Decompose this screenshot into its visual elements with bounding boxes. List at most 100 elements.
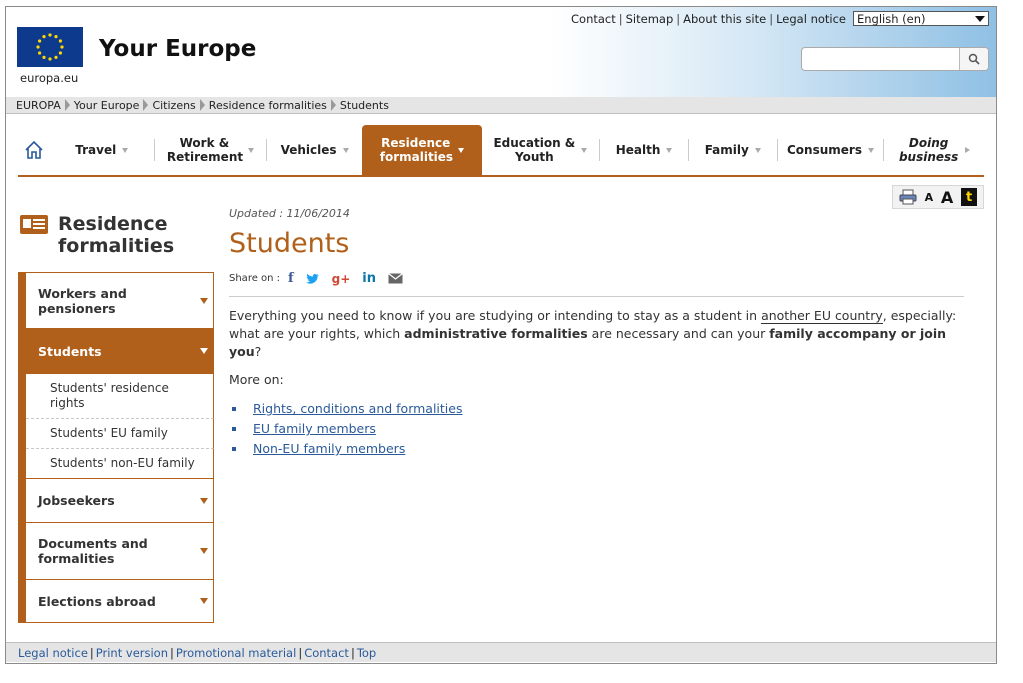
non-eu-family-link[interactable]: Non-EU family members	[253, 441, 405, 456]
sidebar-item-students[interactable]: Students	[26, 329, 214, 374]
chevron-down-icon	[867, 147, 874, 153]
main-content: Updated : 11/06/2014 Students Share on :…	[229, 207, 964, 468]
chevron-down-icon	[975, 15, 985, 22]
chevron-down-icon	[200, 497, 208, 504]
eu-flag-logo[interactable]	[17, 27, 83, 67]
breadcrumb-citizens[interactable]: Citizens	[152, 99, 199, 112]
breadcrumb-europa[interactable]: EUROPA	[16, 99, 65, 112]
nav-vehicles[interactable]: Vehicles	[267, 125, 362, 175]
home-icon	[25, 140, 43, 159]
search-input[interactable]	[802, 48, 959, 70]
footer-print-version[interactable]: Print version	[94, 646, 170, 660]
chevron-down-icon	[200, 548, 208, 554]
page-tools: A A t	[892, 185, 984, 209]
footer-legal-notice[interactable]: Legal notice	[16, 646, 90, 660]
eu-stars-icon	[17, 27, 83, 67]
sidebar-item-workers-pensioners[interactable]: Workers and pensioners	[26, 272, 214, 329]
sidebar-item-documents[interactable]: Documents and formalities	[26, 523, 214, 580]
nav-family[interactable]: Family	[689, 125, 777, 175]
utility-links: Contact | Sitemap | About this site | Legal…	[568, 11, 989, 26]
updated-date: Updated : 11/06/2014	[229, 207, 350, 220]
facebook-icon[interactable]: f	[288, 271, 294, 286]
page-frame: Contact | Sitemap | About this site | Legal…	[5, 6, 997, 664]
language-select[interactable]: English (en)	[853, 11, 989, 26]
chevron-down-icon	[122, 147, 129, 153]
chevron-down-icon	[200, 348, 208, 354]
chevron-down-icon	[200, 297, 208, 304]
nav-health[interactable]: Health	[600, 125, 688, 175]
breadcrumb-your-europe[interactable]: Your Europe	[74, 99, 144, 112]
legal-notice-link[interactable]: Legal notice	[773, 12, 849, 26]
sidebar-subitem-non-eu-family[interactable]: Students' non-EU family	[26, 449, 214, 479]
sitemap-link[interactable]: Sitemap	[623, 12, 677, 26]
contact-link[interactable]: Contact	[568, 12, 619, 26]
more-on-label: More on:	[229, 372, 284, 387]
about-link[interactable]: About this site	[680, 12, 769, 26]
search-button[interactable]	[959, 48, 988, 70]
eu-family-link[interactable]: EU family members	[253, 421, 376, 436]
chevron-down-icon	[247, 147, 254, 153]
sidebar-subitem-eu-family[interactable]: Students' EU family	[26, 419, 214, 449]
list-item: Rights, conditions and formalities	[229, 401, 964, 416]
list-item: EU family members	[229, 421, 964, 436]
font-large-button[interactable]: A	[941, 188, 953, 207]
nav-residence-formalities[interactable]: Residence formalities	[361, 125, 482, 175]
search-box	[801, 47, 989, 71]
linkedin-icon[interactable]: in	[362, 271, 376, 286]
chevron-down-icon	[457, 147, 464, 153]
sidebar-item-jobseekers[interactable]: Jobseekers	[26, 479, 214, 523]
footer-top[interactable]: Top	[355, 646, 378, 660]
sidebar-item-elections[interactable]: Elections abroad	[26, 580, 214, 623]
breadcrumb-separator-icon	[330, 99, 336, 111]
nav-doing-business[interactable]: Doing business	[884, 125, 984, 175]
google-plus-icon[interactable]: g+	[332, 272, 351, 286]
footer-promotional-material[interactable]: Promotional material	[174, 646, 298, 660]
nav-education-youth[interactable]: Education & Youth	[482, 125, 600, 175]
search-icon	[968, 53, 980, 65]
breadcrumb-separator-icon	[64, 99, 70, 111]
bullet-icon	[232, 426, 236, 431]
intro-paragraph: Everything you need to know if you are s…	[229, 308, 957, 359]
email-icon[interactable]	[388, 273, 403, 284]
site-footer: Legal notice | Print version | Promotional…	[6, 642, 996, 662]
nav-consumers[interactable]: Consumers	[778, 125, 884, 175]
site-title[interactable]: Your Europe	[99, 36, 256, 62]
sidebar-subitem-residence-rights[interactable]: Students' residence rights	[26, 374, 214, 419]
site-header: Contact | Sitemap | About this site | Legal…	[6, 7, 996, 98]
sidebar-heading: Residence formalities	[58, 213, 175, 257]
breadcrumb-separator-icon	[143, 99, 149, 111]
eu-country-link[interactable]: another EU country	[761, 308, 883, 324]
breadcrumb-residence[interactable]: Residence formalities	[209, 99, 331, 112]
chevron-down-icon	[581, 147, 588, 153]
list-item: Non-EU family members	[229, 441, 964, 456]
nav-travel[interactable]: Travel	[50, 125, 154, 175]
language-value: English (en)	[857, 11, 926, 26]
share-label: Share on :	[229, 273, 281, 284]
breadcrumb: EUROPA Your Europe Citizens Residence fo…	[6, 97, 996, 114]
font-small-button[interactable]: A	[925, 191, 934, 204]
related-links: Rights, conditions and formalities EU fa…	[229, 401, 964, 456]
bullet-icon	[232, 406, 236, 411]
chevron-down-icon	[666, 147, 673, 153]
footer-contact[interactable]: Contact	[302, 646, 351, 660]
home-button[interactable]	[18, 125, 50, 175]
rights-conditions-link[interactable]: Rights, conditions and formalities	[253, 401, 462, 416]
page-title: Students	[229, 228, 350, 259]
id-card-icon	[20, 215, 48, 234]
sidebar-title: Residence formalities	[20, 213, 198, 257]
twitter-icon[interactable]	[305, 273, 320, 285]
nav-work-retirement[interactable]: Work & Retirement	[155, 125, 267, 175]
chevron-right-icon	[964, 147, 970, 153]
text-only-button[interactable]: t	[961, 188, 978, 206]
chevron-down-icon	[342, 147, 349, 153]
breadcrumb-current: Students	[339, 98, 389, 112]
share-bar: Share on : f g+ in	[229, 271, 964, 297]
logo-caption: europa.eu	[20, 71, 79, 85]
chevron-down-icon	[754, 147, 761, 153]
chevron-down-icon	[200, 598, 208, 604]
breadcrumb-separator-icon	[199, 99, 205, 111]
print-icon[interactable]	[899, 189, 917, 205]
bullet-icon	[232, 446, 236, 451]
main-nav: Travel Work & Retirement Vehicles Reside…	[18, 125, 984, 177]
sidebar-menu: Workers and pensioners Students Students…	[18, 272, 214, 623]
